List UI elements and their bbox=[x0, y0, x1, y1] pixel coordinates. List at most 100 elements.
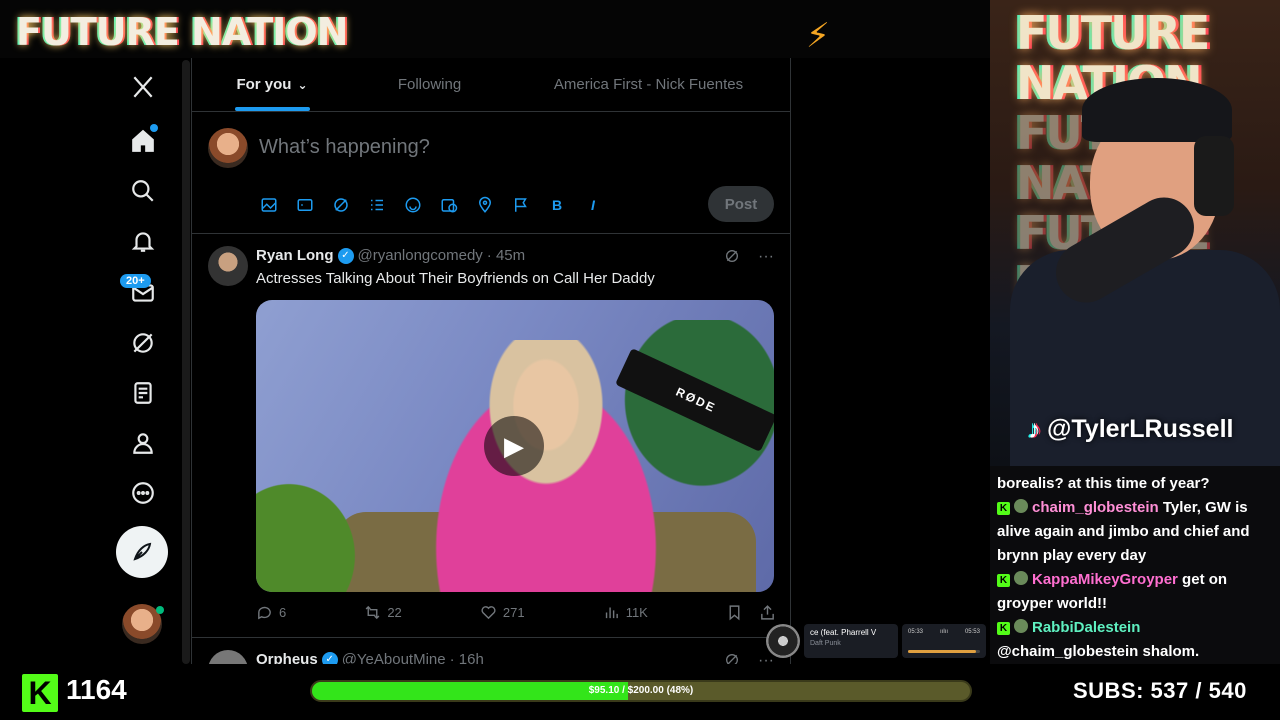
subs-counter: SUBS: 537 / 540 bbox=[1073, 678, 1247, 703]
more-options-icon[interactable]: ··· bbox=[758, 248, 774, 266]
tab-following[interactable]: Following bbox=[352, 58, 507, 111]
kick-badge-icon: K bbox=[997, 574, 1010, 587]
x-app-window: 20+ For you ⌄ Following America First - … bbox=[0, 58, 990, 664]
share-icon[interactable] bbox=[759, 604, 776, 621]
save-share-group bbox=[726, 604, 776, 621]
emote-icon bbox=[1014, 499, 1028, 513]
kick-badge-icon: K bbox=[997, 622, 1010, 635]
tab-label: For you bbox=[236, 76, 292, 93]
tweet-time[interactable]: · 16h bbox=[450, 651, 484, 664]
reply-button[interactable]: 6 bbox=[256, 604, 286, 621]
webcam-feed: FUTURE NATION FUTURE NATION FUTURE NATIO… bbox=[990, 0, 1280, 466]
compose-post-button[interactable] bbox=[116, 526, 168, 578]
lightning-icon: ⚡ bbox=[806, 17, 830, 55]
tab-label: Following bbox=[397, 76, 462, 93]
grok-icon[interactable] bbox=[330, 194, 352, 216]
tweet-header: Ryan Long ✓ @ryanlongcomedy · 45m bbox=[256, 247, 525, 264]
emoji-icon[interactable] bbox=[402, 194, 424, 216]
chat-username[interactable]: RabbiDalestein bbox=[1032, 619, 1140, 636]
elapsed-time: 05:33 bbox=[908, 629, 924, 635]
schedule-icon[interactable] bbox=[438, 194, 460, 216]
poll-icon[interactable] bbox=[366, 194, 388, 216]
chat-text: borealis? at this time of year? bbox=[997, 475, 1210, 492]
verified-icon: ✓ bbox=[337, 247, 354, 264]
sidebar-nav: 20+ bbox=[100, 58, 184, 664]
feed-tabs: For you ⌄ Following America First - Nick… bbox=[192, 58, 790, 112]
avatar[interactable] bbox=[208, 650, 248, 664]
flag-icon[interactable] bbox=[510, 194, 532, 216]
live-chat: borealis? at this time of year? Kchaim_g… bbox=[990, 466, 1280, 664]
chat-text: @chaim_globestein shalom. bbox=[997, 643, 1200, 660]
tweet[interactable]: Orpheus ✓ @YeAboutMine · 16h ··· bbox=[192, 638, 790, 664]
reply-icon bbox=[258, 606, 271, 620]
donation-goal-bar: $95.10 / $200.00 (48%) bbox=[310, 680, 972, 702]
headphones bbox=[1194, 136, 1234, 216]
tiktok-handle-text: @TylerLRussell bbox=[1047, 415, 1234, 443]
viewer-count: 1164 bbox=[66, 674, 127, 705]
lists-icon[interactable] bbox=[128, 378, 158, 408]
emote-icon bbox=[1014, 619, 1028, 633]
stream-header: FUTURE NATION ⚡ bbox=[0, 0, 990, 58]
bookmark-icon[interactable] bbox=[726, 604, 743, 621]
view-count: 11K bbox=[625, 605, 648, 620]
like-button[interactable]: 271 bbox=[480, 604, 525, 621]
bell-icon[interactable] bbox=[128, 226, 158, 256]
grok-icon[interactable] bbox=[724, 652, 740, 664]
tweet-video[interactable]: RØDE ▶ bbox=[256, 300, 774, 592]
streamer-cap bbox=[1082, 78, 1232, 142]
tweet-top-actions: ··· bbox=[724, 248, 774, 266]
brand-logo-text: FUTURE NATION bbox=[16, 10, 348, 54]
composer-toolbar: B I bbox=[258, 194, 604, 216]
chat-message: K RabbiDalestein @chaim_globestein shalom… bbox=[997, 616, 1272, 664]
search-icon[interactable] bbox=[128, 176, 158, 206]
repost-button[interactable]: 22 bbox=[364, 604, 402, 621]
song-title: ce (feat. Pharrell V bbox=[810, 628, 877, 637]
avatar[interactable] bbox=[208, 128, 248, 168]
more-icon[interactable] bbox=[128, 478, 158, 508]
grok-icon[interactable] bbox=[128, 328, 158, 358]
tab-label: America First - Nick Fuentes bbox=[553, 76, 744, 93]
gif-icon[interactable] bbox=[294, 194, 316, 216]
reply-count: 6 bbox=[279, 605, 287, 620]
post-button[interactable]: Post bbox=[708, 186, 774, 222]
author-name[interactable]: Orpheus bbox=[256, 651, 318, 664]
views-button[interactable]: 11K bbox=[603, 604, 648, 621]
progress-bar bbox=[908, 650, 980, 653]
tiktok-icon: ♪ bbox=[1028, 414, 1041, 444]
chat-username[interactable]: chaim_globestein bbox=[1032, 499, 1159, 516]
x-logo-icon[interactable] bbox=[128, 72, 158, 102]
sidebar-scrollbar[interactable] bbox=[182, 60, 190, 664]
avatar[interactable] bbox=[208, 246, 248, 286]
online-dot bbox=[156, 606, 164, 614]
repost-count: 22 bbox=[387, 605, 402, 620]
repost-icon bbox=[365, 605, 380, 620]
album-art bbox=[766, 624, 800, 658]
grok-icon[interactable] bbox=[724, 248, 740, 264]
tiktok-handle: ♪ @TylerLRussell bbox=[1028, 414, 1233, 445]
author-handle[interactable]: @ryanlongcomedy bbox=[358, 247, 483, 264]
post-input[interactable]: What’s happening? bbox=[259, 136, 430, 159]
author-name[interactable]: Ryan Long bbox=[256, 247, 334, 264]
song-artist: Daft Punk bbox=[810, 640, 841, 647]
tweet-time[interactable]: · 45m bbox=[487, 247, 525, 264]
tweet[interactable]: Ryan Long ✓ @ryanlongcomedy · 45m ··· Ac… bbox=[192, 234, 790, 638]
chat-message: borealis? at this time of year? bbox=[997, 472, 1272, 496]
chat-username[interactable]: KappaMikeyGroyper bbox=[1032, 571, 1178, 588]
image-icon[interactable] bbox=[258, 194, 280, 216]
chat-message: K KappaMikeyGroyper get on groyper world!… bbox=[997, 568, 1272, 616]
bold-icon[interactable]: B bbox=[546, 194, 568, 216]
play-icon[interactable]: ▶ bbox=[484, 416, 544, 476]
feather-icon bbox=[133, 542, 152, 561]
chat-message: Kchaim_globestein Tyler, GW is alive aga… bbox=[997, 496, 1272, 568]
italic-icon[interactable]: I bbox=[582, 194, 604, 216]
tweet-header: Orpheus ✓ @YeAboutMine · 16h bbox=[256, 651, 484, 664]
tab-for-you[interactable]: For you ⌄ bbox=[192, 58, 352, 111]
author-handle[interactable]: @YeAboutMine bbox=[342, 651, 446, 664]
tab-list[interactable]: America First - Nick Fuentes bbox=[507, 58, 790, 111]
tweet-actions: 6 22 271 11K bbox=[256, 604, 776, 621]
like-count: 271 bbox=[502, 605, 525, 620]
video-plant bbox=[256, 472, 366, 592]
location-icon[interactable] bbox=[474, 194, 496, 216]
profile-icon[interactable] bbox=[128, 428, 158, 458]
chevron-down-icon: ⌄ bbox=[297, 77, 308, 92]
